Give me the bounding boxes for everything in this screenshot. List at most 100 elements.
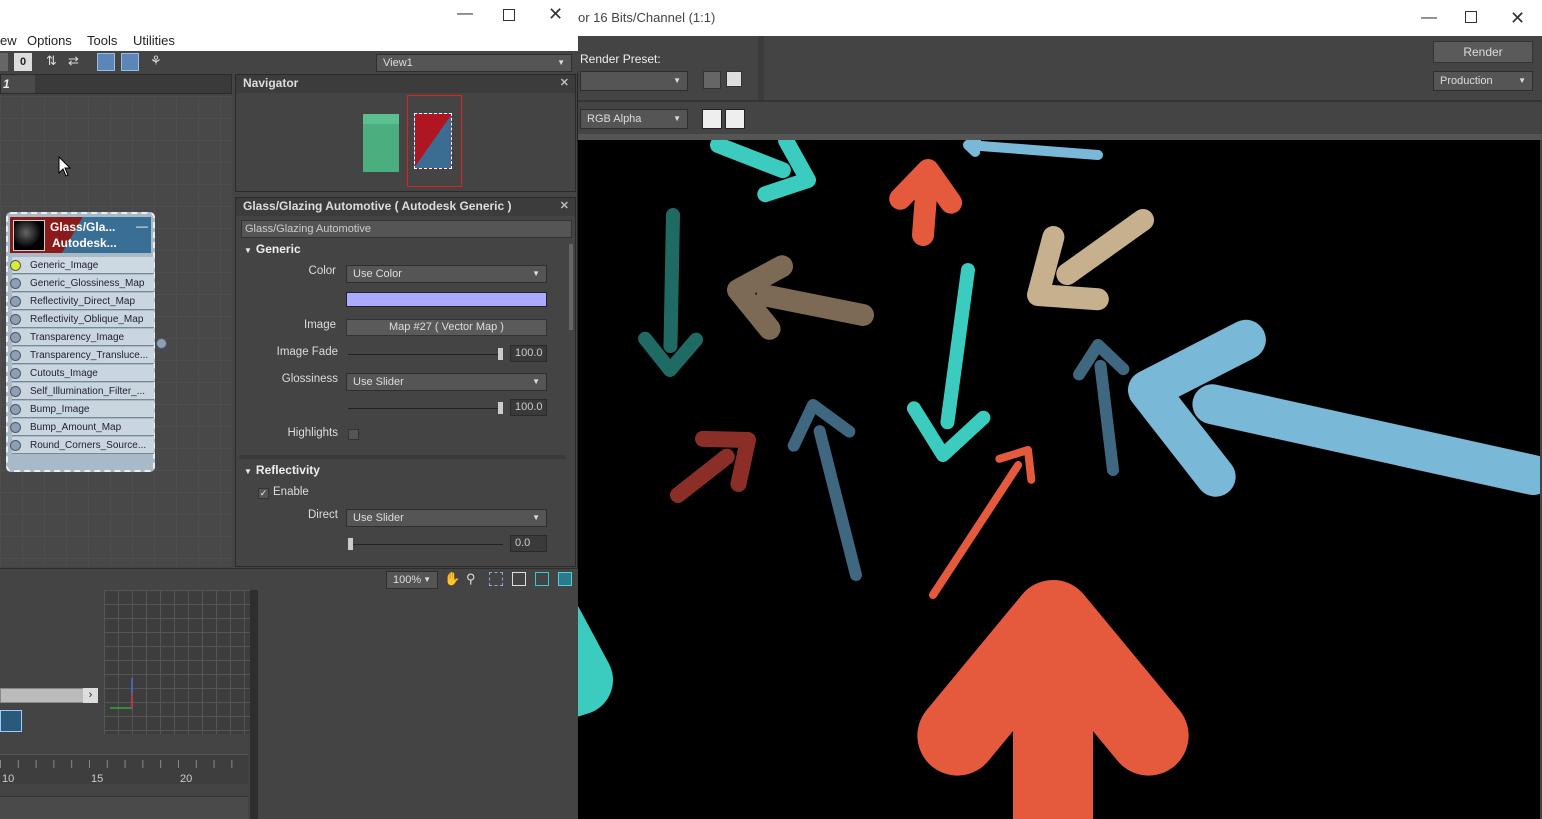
render-button[interactable]: Render <box>1433 41 1533 63</box>
node-header[interactable]: Glass/Gla... Autodesk... — <box>10 217 151 253</box>
node-view-canvas[interactable]: Glass/Gla... Autodesk... — Generic_Image… <box>0 96 232 566</box>
image-fade-spinner[interactable]: 100.0 <box>510 345 547 362</box>
maximize-icon[interactable] <box>503 9 515 21</box>
material-node[interactable]: Glass/Gla... Autodesk... — Generic_Image… <box>6 212 167 472</box>
preset-edit-icon[interactable] <box>726 71 742 87</box>
show-params-icon[interactable] <box>97 53 115 71</box>
slot-socket-icon[interactable] <box>10 350 21 361</box>
menu-options[interactable]: Options <box>27 33 72 48</box>
slot-socket-icon[interactable] <box>10 332 21 343</box>
zoom-value: 100% <box>393 574 422 586</box>
parameter-header[interactable]: Glass/Glazing Automotive ( Autodesk Gene… <box>236 198 575 216</box>
glossiness-mode-dropdown[interactable]: Use Slider ▼ <box>346 373 547 391</box>
close-icon[interactable]: ✕ <box>548 4 563 25</box>
menu-view[interactable]: ew <box>0 33 17 48</box>
menu-tools[interactable]: Tools <box>87 33 117 48</box>
image-map-button[interactable]: Map #27 ( Vector Map ) <box>346 319 547 336</box>
select-icon[interactable] <box>0 53 8 71</box>
render-preset-dropdown[interactable]: ▼ <box>580 71 688 91</box>
glossiness-slider[interactable] <box>348 401 503 415</box>
slot-socket-icon[interactable] <box>10 260 21 271</box>
slot-socket-icon[interactable] <box>10 278 21 289</box>
node-slot[interactable]: Bump_Image <box>10 401 154 418</box>
status-bar <box>0 796 248 819</box>
slot-socket-icon[interactable] <box>10 440 21 451</box>
toggle-ui-overlay-icon[interactable] <box>725 109 745 129</box>
navigator-selected-thumb <box>414 113 452 169</box>
zoom-region-icon[interactable] <box>489 572 503 586</box>
node-slot[interactable]: Round_Corners_Source... <box>10 437 154 454</box>
show-nav-icon[interactable] <box>121 53 139 71</box>
node-slot[interactable]: Cutouts_Image <box>10 365 154 382</box>
render-window-titlebar[interactable]: or 16 Bits/Channel (1:1) — ✕ <box>578 0 1542 36</box>
slot-socket-icon[interactable] <box>10 368 21 379</box>
node-slot[interactable]: Transparency_Transluce... <box>10 347 154 364</box>
arrange-horizontal-icon[interactable]: ⇄ <box>68 53 86 71</box>
zoom-extents-icon[interactable] <box>512 572 526 586</box>
tab-view1[interactable]: 1 <box>1 75 35 93</box>
node-slot[interactable]: Self_Illumination_Filter_... <box>10 383 154 400</box>
arrow-coral-thin <box>929 446 1036 599</box>
node-slot[interactable]: Generic_Image <box>10 257 154 274</box>
production-dropdown[interactable]: Production ▼ <box>1433 71 1533 91</box>
enable-checkbox[interactable]: ✓ <box>258 488 269 499</box>
generic-rollout-header[interactable]: ▼ Generic <box>239 242 566 258</box>
minimize-icon[interactable]: — <box>457 5 473 23</box>
menu-utilities[interactable]: Utilities <box>133 33 175 48</box>
sme-titlebar[interactable]: — ✕ <box>0 0 578 31</box>
highlights-label: Highlights <box>287 427 339 439</box>
color-mode-dropdown[interactable]: Use Color ▼ <box>346 265 547 283</box>
parameter-title: Glass/Glazing Automotive ( Autodesk Gene… <box>243 199 512 213</box>
viewport-area: › 10 15 20 <box>0 590 258 819</box>
zoom-dropdown[interactable]: 100% ▼ <box>386 571 438 589</box>
timeline-ruler[interactable] <box>0 754 248 784</box>
node-title-line2: Autodesk... <box>52 236 117 250</box>
node-slot[interactable]: Generic_Glossiness_Map <box>10 275 154 292</box>
viewport-grid[interactable] <box>104 590 250 734</box>
preset-save-icon[interactable] <box>703 71 721 89</box>
node-output-socket[interactable] <box>156 338 167 349</box>
zoom-extents-selected-icon[interactable] <box>535 572 549 586</box>
slot-socket-icon[interactable] <box>10 404 21 415</box>
direct-mode-dropdown[interactable]: Use Slider ▼ <box>346 509 547 527</box>
direct-spinner[interactable]: 0.0 <box>510 535 547 552</box>
arrow-teal-top <box>710 140 816 203</box>
sme-statusbar: 100% ▼ ✋ ⚲ <box>0 568 578 590</box>
slot-socket-icon[interactable] <box>10 314 21 325</box>
node-collapse-icon[interactable]: — <box>136 219 148 233</box>
view-dropdown[interactable]: View1 ▼ <box>376 54 572 72</box>
schematic-icon[interactable] <box>0 710 22 732</box>
arrow-tan <box>1027 209 1154 311</box>
slot-socket-icon[interactable] <box>10 386 21 397</box>
maximize-icon[interactable] <box>1465 11 1477 23</box>
glossiness-spinner[interactable]: 100.0 <box>510 399 547 416</box>
param-scrollbar[interactable] <box>569 244 573 330</box>
minimize-icon[interactable]: — <box>1421 0 1437 36</box>
material-name-field[interactable]: Glass/Glazing Automotive <box>241 220 572 238</box>
highlights-checkbox[interactable] <box>348 429 359 440</box>
pan-hand-icon[interactable]: ✋ <box>444 571 462 589</box>
channel-dropdown[interactable]: RGB Alpha ▼ <box>580 109 688 129</box>
image-fade-slider[interactable] <box>348 347 503 361</box>
node-slot[interactable]: Reflectivity_Direct_Map <box>10 293 154 310</box>
reflectivity-rollout-header[interactable]: ▼ Reflectivity <box>239 463 566 479</box>
close-icon[interactable]: ✕ <box>1510 0 1525 36</box>
pan-to-selected-icon[interactable] <box>558 572 572 586</box>
arrange-vertical-icon[interactable]: ⇅ <box>46 53 64 71</box>
rollout-divider <box>239 455 566 459</box>
slot-socket-icon[interactable] <box>10 422 21 433</box>
close-icon[interactable]: ✕ <box>560 75 569 91</box>
zoom-icon[interactable]: ⚲ <box>466 571 484 589</box>
color-swatch[interactable] <box>346 292 547 307</box>
direct-slider[interactable] <box>348 537 503 551</box>
material-tool-icon[interactable]: ⚘ <box>150 53 168 71</box>
node-slot[interactable]: Bump_Amount_Map <box>10 419 154 436</box>
close-icon[interactable]: ✕ <box>560 198 569 214</box>
node-slot[interactable]: Transparency_Image <box>10 329 154 346</box>
display-channel-icon[interactable] <box>702 109 722 129</box>
layout-icon[interactable]: 0 <box>14 53 32 71</box>
slot-socket-icon[interactable] <box>10 296 21 307</box>
node-slot[interactable]: Reflectivity_Oblique_Map <box>10 311 154 328</box>
navigator-header[interactable]: Navigator ✕ <box>236 75 575 93</box>
chevron-right-icon[interactable]: › <box>83 688 98 703</box>
